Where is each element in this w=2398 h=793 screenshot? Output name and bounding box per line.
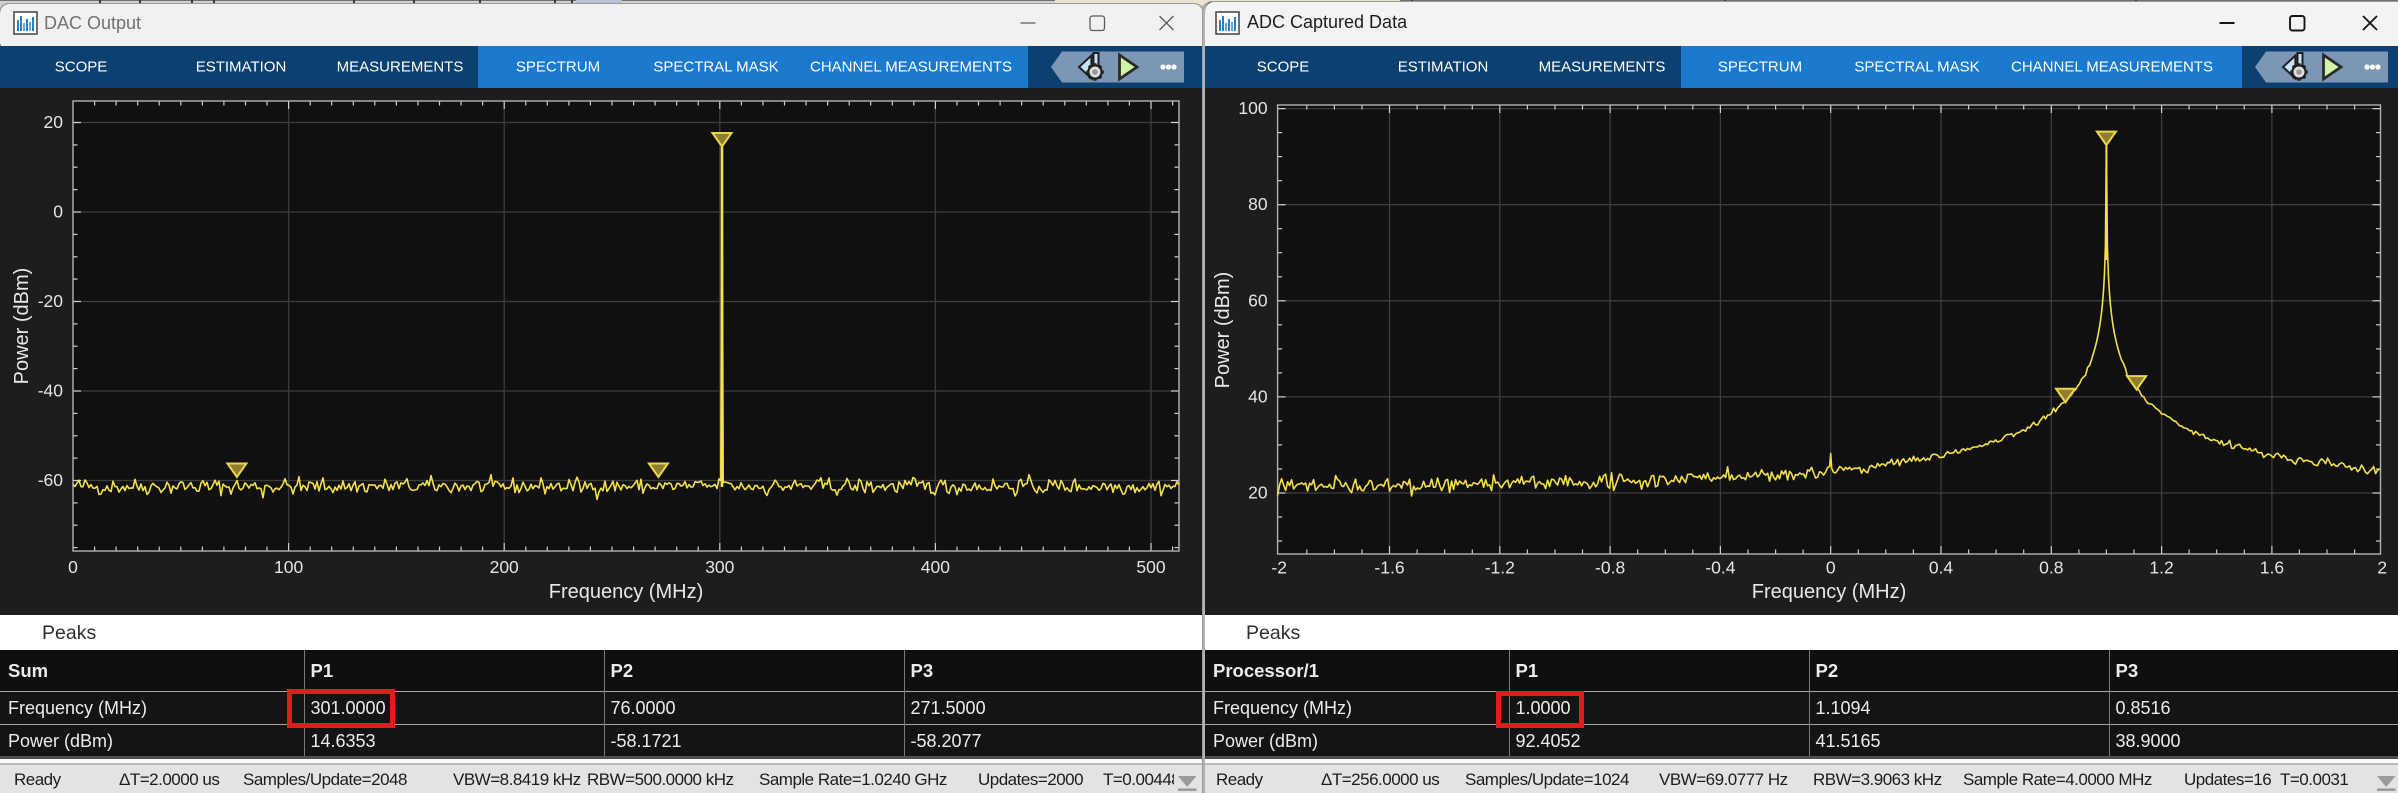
svg-text:-1.6: -1.6 — [1374, 558, 1404, 578]
svg-text:0.4: 0.4 — [1929, 558, 1954, 578]
svg-text:60: 60 — [1248, 290, 1268, 310]
svg-text:200: 200 — [490, 557, 519, 577]
svg-text:500: 500 — [1136, 557, 1165, 577]
svg-text:Power (dBm): Power (dBm) — [1212, 272, 1234, 389]
svg-text:-60: -60 — [38, 470, 64, 490]
svg-text:100: 100 — [274, 557, 303, 577]
svg-text:400: 400 — [921, 557, 950, 577]
svg-text:40: 40 — [1248, 386, 1268, 406]
svg-text:80: 80 — [1248, 194, 1268, 214]
svg-text:20: 20 — [1248, 483, 1268, 503]
svg-text:0: 0 — [53, 202, 63, 222]
svg-text:-40: -40 — [38, 381, 64, 401]
svg-text:Power (dBm): Power (dBm) — [11, 268, 33, 385]
svg-text:Frequency (MHz): Frequency (MHz) — [1752, 581, 1906, 603]
svg-text:-0.8: -0.8 — [1595, 558, 1625, 578]
svg-text:Frequency (MHz): Frequency (MHz) — [549, 581, 703, 603]
svg-text:-0.4: -0.4 — [1705, 558, 1735, 578]
svg-text:0.8: 0.8 — [2039, 558, 2063, 578]
svg-text:2: 2 — [2377, 558, 2387, 578]
svg-text:-20: -20 — [38, 291, 64, 311]
svg-text:1.2: 1.2 — [2149, 558, 2173, 578]
svg-text:0: 0 — [68, 557, 78, 577]
svg-text:-1.2: -1.2 — [1485, 558, 1515, 578]
svg-text:100: 100 — [1238, 98, 1267, 118]
svg-text:300: 300 — [705, 557, 734, 577]
svg-text:1.6: 1.6 — [2260, 558, 2284, 578]
svg-text:20: 20 — [44, 112, 64, 132]
svg-text:0: 0 — [1826, 558, 1836, 578]
svg-text:-2: -2 — [1271, 558, 1287, 578]
